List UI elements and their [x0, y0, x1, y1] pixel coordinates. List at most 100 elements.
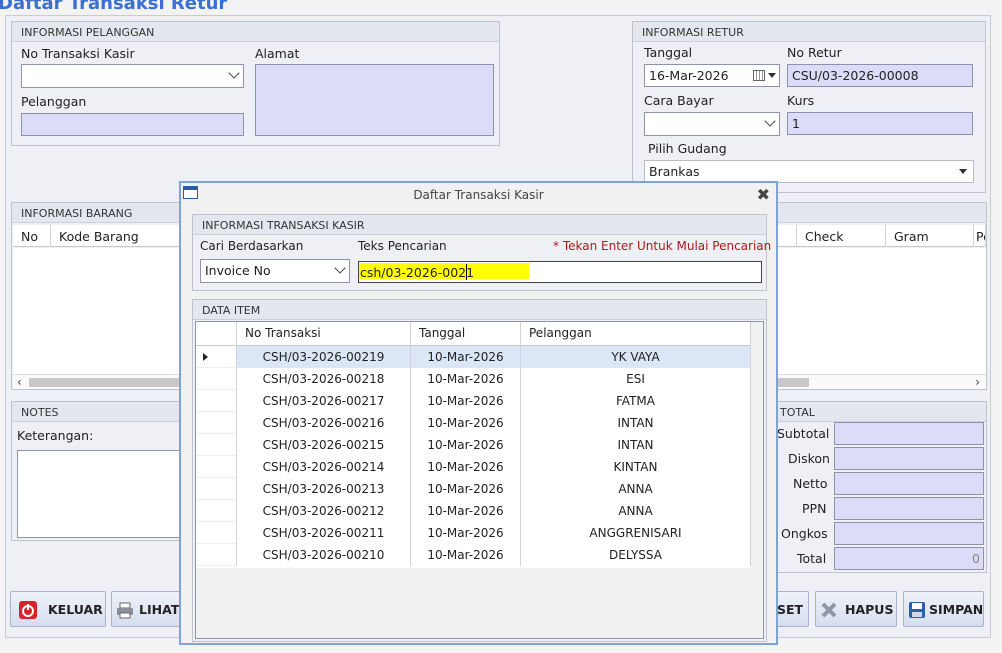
- chevron-down-icon: [334, 262, 346, 274]
- no-retur-field[interactable]: CSU/03-2026-00008: [787, 64, 973, 87]
- dialog-titlebar[interactable]: Daftar Transaksi Kasir ✖: [181, 183, 776, 207]
- cell-tanggal[interactable]: 10-Mar-2026: [411, 434, 521, 456]
- close-icon[interactable]: ✖: [757, 185, 770, 204]
- cell-tanggal[interactable]: 10-Mar-2026: [411, 456, 521, 478]
- simpan-button[interactable]: SIMPAN: [903, 591, 984, 627]
- cari-dropdown[interactable]: Invoice No: [200, 259, 350, 283]
- row-header-cell[interactable]: [196, 412, 237, 434]
- row-header-cell[interactable]: [196, 346, 237, 368]
- cara-bayar-dropdown[interactable]: [644, 112, 780, 136]
- table-row[interactable]: CSH/03-2026-00219 10-Mar-2026 YK VAYA: [196, 346, 751, 368]
- cell-no-transaksi[interactable]: CSH/03-2026-00218: [237, 368, 411, 390]
- col-tanggal[interactable]: Tanggal: [411, 322, 521, 346]
- tanggal-datepicker[interactable]: 16-Mar-2026: [644, 64, 780, 87]
- row-header-cell[interactable]: [196, 522, 237, 544]
- col-kode-barang[interactable]: Kode Barang: [51, 225, 181, 247]
- col-pe[interactable]: Pe: [974, 225, 986, 247]
- scroll-left-icon[interactable]: ‹: [17, 375, 22, 389]
- search-input-value: csh/03-2026-0021: [360, 265, 475, 280]
- row-header-cell[interactable]: [196, 544, 237, 566]
- cell-pelanggan[interactable]: INTAN: [521, 434, 751, 456]
- chevron-down-icon: [764, 115, 776, 127]
- cell-no-transaksi[interactable]: CSH/03-2026-00210: [237, 544, 411, 566]
- subtotal-field[interactable]: [834, 422, 984, 445]
- cell-no-transaksi[interactable]: CSH/03-2026-00217: [237, 390, 411, 412]
- row-header-cell[interactable]: [196, 368, 237, 390]
- hapus-button[interactable]: HAPUS: [815, 591, 897, 627]
- alamat-textarea[interactable]: [255, 64, 494, 136]
- keluar-button[interactable]: KELUAR: [10, 591, 106, 627]
- cell-tanggal[interactable]: 10-Mar-2026: [411, 522, 521, 544]
- no-retur-value: CSU/03-2026-00008: [792, 68, 919, 83]
- table-row[interactable]: CSH/03-2026-00215 10-Mar-2026 INTAN: [196, 434, 751, 456]
- kurs-field[interactable]: 1: [787, 112, 973, 135]
- col-check[interactable]: Check: [796, 225, 886, 247]
- table-row[interactable]: CSH/03-2026-00217 10-Mar-2026 FATMA: [196, 390, 751, 412]
- alamat-label: Alamat: [255, 46, 300, 61]
- col-pelanggan[interactable]: Pelanggan: [521, 322, 751, 346]
- no-transaksi-dropdown[interactable]: [21, 64, 244, 88]
- cell-no-transaksi[interactable]: CSH/03-2026-00213: [237, 478, 411, 500]
- cell-pelanggan[interactable]: KINTAN: [521, 456, 751, 478]
- cell-tanggal[interactable]: 10-Mar-2026: [411, 390, 521, 412]
- netto-field[interactable]: [834, 472, 984, 495]
- table-row[interactable]: CSH/03-2026-00216 10-Mar-2026 INTAN: [196, 412, 751, 434]
- search-input[interactable]: csh/03-2026-0021: [358, 261, 762, 283]
- diskon-field[interactable]: [834, 447, 984, 470]
- cell-no-transaksi[interactable]: CSH/03-2026-00212: [237, 500, 411, 522]
- scroll-right-icon[interactable]: ›: [975, 375, 980, 389]
- power-icon: [19, 601, 37, 619]
- cell-no-transaksi[interactable]: CSH/03-2026-00219: [237, 346, 411, 368]
- cari-label: Cari Berdasarkan: [200, 239, 304, 253]
- cell-pelanggan[interactable]: FATMA: [521, 390, 751, 412]
- cell-no-transaksi[interactable]: CSH/03-2026-00214: [237, 456, 411, 478]
- col-no-transaksi[interactable]: No Transaksi: [237, 322, 411, 346]
- ongkos-field[interactable]: [834, 522, 984, 545]
- calendar-icon[interactable]: [753, 70, 765, 81]
- cell-no-transaksi[interactable]: CSH/03-2026-00216: [237, 412, 411, 434]
- cell-tanggal[interactable]: 10-Mar-2026: [411, 544, 521, 566]
- row-header-cell[interactable]: [196, 478, 237, 500]
- caret-down-icon: [959, 169, 967, 174]
- table-row[interactable]: CSH/03-2026-00214 10-Mar-2026 KINTAN: [196, 456, 751, 478]
- cell-tanggal[interactable]: 10-Mar-2026: [411, 478, 521, 500]
- row-header-cell[interactable]: [196, 434, 237, 456]
- customer-group: INFORMASI PELANGGAN No Transaksi Kasir P…: [11, 21, 500, 146]
- table-row[interactable]: CSH/03-2026-00210 10-Mar-2026 DELYSSA: [196, 544, 751, 566]
- cell-pelanggan[interactable]: ESI: [521, 368, 751, 390]
- window-title: Daftar Transaksi Retur: [0, 0, 228, 14]
- table-row[interactable]: CSH/03-2026-00212 10-Mar-2026 ANNA: [196, 500, 751, 522]
- table-row[interactable]: CSH/03-2026-00218 10-Mar-2026 ESI: [196, 368, 751, 390]
- cell-pelanggan[interactable]: DELYSSA: [521, 544, 751, 566]
- cell-pelanggan[interactable]: INTAN: [521, 412, 751, 434]
- col-gram[interactable]: Gram: [886, 225, 974, 247]
- cell-no-transaksi[interactable]: CSH/03-2026-00211: [237, 522, 411, 544]
- cell-tanggal[interactable]: 10-Mar-2026: [411, 368, 521, 390]
- cara-bayar-label: Cara Bayar: [644, 93, 714, 108]
- cell-pelanggan[interactable]: ANGGRENISARI: [521, 522, 751, 544]
- window-icon: [183, 186, 198, 199]
- keterangan-textarea[interactable]: [17, 450, 187, 538]
- cell-tanggal[interactable]: 10-Mar-2026: [411, 346, 521, 368]
- simpan-label: SIMPAN: [929, 602, 984, 617]
- total-field[interactable]: 0: [834, 547, 984, 570]
- data-item-group: DATA ITEM No Transaksi Tanggal Pelanggan…: [192, 299, 767, 642]
- ppn-field[interactable]: [834, 497, 984, 520]
- row-header-cell[interactable]: [196, 500, 237, 522]
- gudang-dropdown[interactable]: Brankas: [644, 160, 974, 183]
- kurs-label: Kurs: [787, 93, 815, 108]
- cell-pelanggan[interactable]: ANNA: [521, 500, 751, 522]
- pelanggan-field[interactable]: [21, 113, 244, 136]
- kurs-value: 1: [792, 116, 800, 131]
- caret-down-icon: [768, 73, 776, 78]
- cell-no-transaksi[interactable]: CSH/03-2026-00215: [237, 434, 411, 456]
- row-header-cell[interactable]: [196, 390, 237, 412]
- col-no[interactable]: No: [13, 225, 51, 247]
- cell-pelanggan[interactable]: ANNA: [521, 478, 751, 500]
- cell-tanggal[interactable]: 10-Mar-2026: [411, 500, 521, 522]
- row-header-cell[interactable]: [196, 456, 237, 478]
- cell-pelanggan[interactable]: YK VAYA: [521, 346, 751, 368]
- cell-tanggal[interactable]: 10-Mar-2026: [411, 412, 521, 434]
- table-row[interactable]: CSH/03-2026-00213 10-Mar-2026 ANNA: [196, 478, 751, 500]
- table-row[interactable]: CSH/03-2026-00211 10-Mar-2026 ANGGRENISARI: [196, 522, 751, 544]
